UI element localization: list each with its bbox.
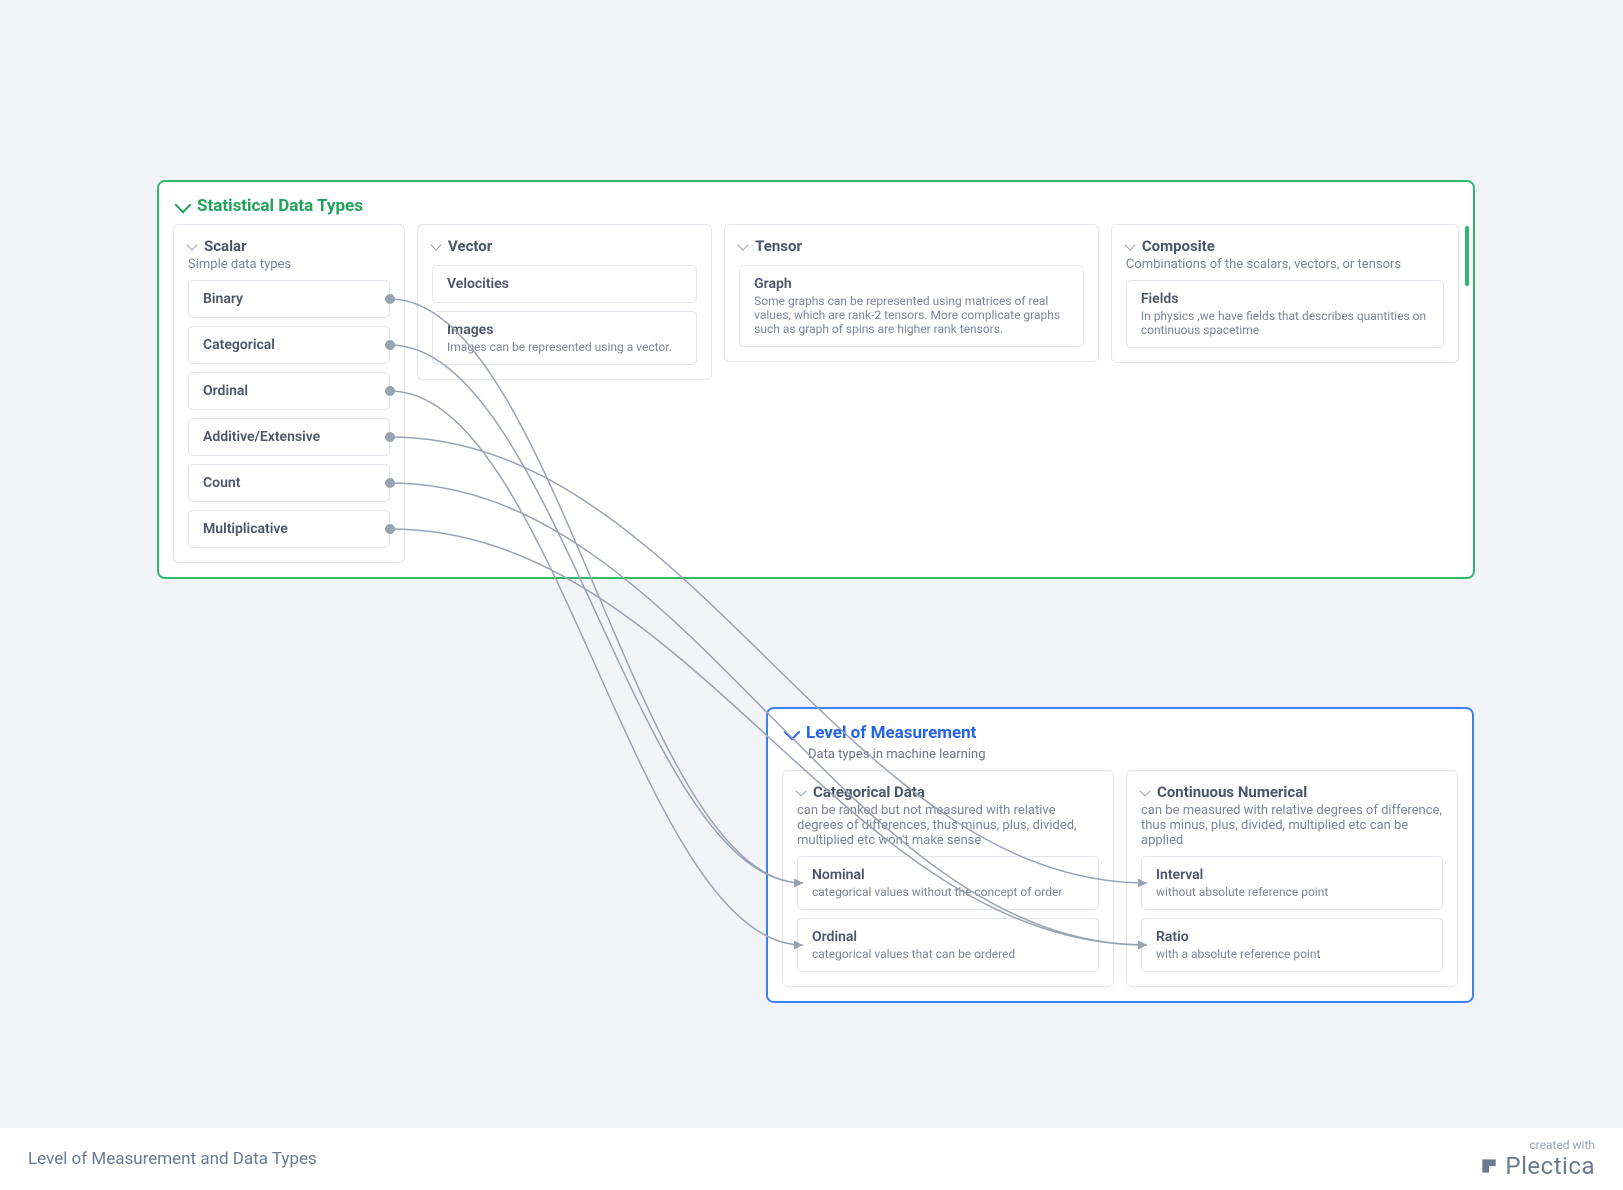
pill-multiplicative[interactable]: Multiplicative <box>188 510 390 548</box>
card-title: Tensor <box>755 237 802 255</box>
chevron-down-icon <box>430 239 441 250</box>
card-scalar[interactable]: Scalar Simple data types Binary Categori… <box>173 224 405 563</box>
connector-dot <box>385 478 395 488</box>
pill-interval[interactable]: Interval without absolute reference poin… <box>1141 856 1443 910</box>
footer-bar: Level of Measurement and Data Types crea… <box>0 1128 1623 1190</box>
card-subtitle: Simple data types <box>188 257 390 272</box>
plectica-logo-icon <box>1479 1156 1499 1176</box>
panel-subtitle: Data types in machine learning <box>768 747 1472 770</box>
pill-ordinal-lom[interactable]: Ordinal categorical values that can be o… <box>797 918 1099 972</box>
card-title: Continuous Numerical <box>1157 783 1307 801</box>
card-title: Vector <box>448 237 492 255</box>
scroll-indicator[interactable] <box>1465 226 1469 286</box>
chevron-down-icon <box>175 196 192 213</box>
connector-dot <box>385 294 395 304</box>
chevron-down-icon <box>784 723 801 740</box>
panel-statistical-data-types[interactable]: Statistical Data Types Scalar Simple dat… <box>159 182 1473 577</box>
pill-label: Interval <box>1156 867 1203 883</box>
chevron-down-icon <box>186 239 197 250</box>
document-title: Level of Measurement and Data Types <box>28 1149 317 1169</box>
pill-sub: with a absolute reference point <box>1156 947 1428 961</box>
pill-label: Multiplicative <box>203 521 288 537</box>
pill-sub: without absolute reference point <box>1156 885 1428 899</box>
pill-label: Binary <box>203 291 243 307</box>
card-composite[interactable]: Composite Combinations of the scalars, v… <box>1111 224 1459 363</box>
pill-label: Fields <box>1141 291 1179 307</box>
chevron-down-icon <box>737 239 748 250</box>
pill-sub: Images can be represented using a vector… <box>447 340 682 354</box>
panel-level-of-measurement[interactable]: Level of Measurement Data types in machi… <box>768 709 1472 1001</box>
pill-label: Count <box>203 475 240 491</box>
card-subtitle: can be measured with relative degrees of… <box>1141 803 1443 848</box>
pill-binary[interactable]: Binary <box>188 280 390 318</box>
connection-lines <box>0 0 1623 1190</box>
connector-dot <box>385 432 395 442</box>
chevron-down-icon <box>1139 785 1150 796</box>
chevron-down-icon <box>795 785 806 796</box>
panel-title: Statistical Data Types <box>197 196 363 216</box>
pill-graph[interactable]: Graph Some graphs can be represented usi… <box>739 265 1084 347</box>
brand-label: Plectica <box>1479 1152 1595 1180</box>
pill-label: Ordinal <box>812 929 857 945</box>
card-title: Categorical Data <box>813 783 925 801</box>
pill-label: Images <box>447 322 493 338</box>
card-title: Composite <box>1142 237 1215 255</box>
card-continuous-numerical[interactable]: Continuous Numerical can be measured wit… <box>1126 770 1458 987</box>
connector-dot <box>385 524 395 534</box>
pill-label: Additive/Extensive <box>203 429 320 445</box>
panel-title: Level of Measurement <box>806 723 976 743</box>
pill-nominal[interactable]: Nominal categorical values without the c… <box>797 856 1099 910</box>
pill-fields[interactable]: Fields In physics ,we have fields that d… <box>1126 280 1444 348</box>
pill-count[interactable]: Count <box>188 464 390 502</box>
pill-categorical[interactable]: Categorical <box>188 326 390 364</box>
pill-additive-extensive[interactable]: Additive/Extensive <box>188 418 390 456</box>
pill-ratio[interactable]: Ratio with a absolute reference point <box>1141 918 1443 972</box>
pill-ordinal[interactable]: Ordinal <box>188 372 390 410</box>
card-tensor[interactable]: Tensor Graph Some graphs can be represen… <box>724 224 1099 362</box>
connector-dot <box>385 340 395 350</box>
pill-label: Nominal <box>812 867 865 883</box>
pill-sub: Some graphs can be represented using mat… <box>754 294 1069 336</box>
pill-label: Velocities <box>447 276 509 292</box>
pill-sub: categorical values that can be ordered <box>812 947 1084 961</box>
pill-label: Categorical <box>203 337 275 353</box>
card-vector[interactable]: Vector Velocities Images Images can be r… <box>417 224 712 380</box>
pill-label: Ratio <box>1156 929 1189 945</box>
pill-label: Ordinal <box>203 383 248 399</box>
card-title: Scalar <box>204 237 247 255</box>
footer-created-with: created with <box>1479 1138 1595 1152</box>
pill-images[interactable]: Images Images can be represented using a… <box>432 311 697 365</box>
chevron-down-icon <box>1124 239 1135 250</box>
pill-velocities[interactable]: Velocities <box>432 265 697 303</box>
pill-sub: In physics ,we have fields that describe… <box>1141 309 1429 337</box>
connector-dot <box>385 386 395 396</box>
pill-sub: categorical values without the concept o… <box>812 885 1084 899</box>
pill-label: Graph <box>754 276 792 292</box>
card-subtitle: can be ranked but not measured with rela… <box>797 803 1099 848</box>
diagram-canvas[interactable]: Statistical Data Types Scalar Simple dat… <box>0 0 1623 1190</box>
card-subtitle: Combinations of the scalars, vectors, or… <box>1126 257 1444 272</box>
card-categorical-data[interactable]: Categorical Data can be ranked but not m… <box>782 770 1114 987</box>
